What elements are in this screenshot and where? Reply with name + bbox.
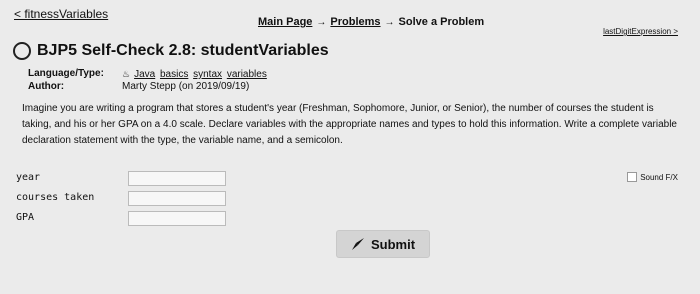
breadcrumb: Main Page → Problems → Solve a Problem (258, 16, 484, 28)
tag-java[interactable]: Java (134, 69, 155, 80)
year-input[interactable] (128, 171, 226, 186)
author-label: Author: (28, 81, 65, 92)
problem-prompt: Imagine you are writing a program that s… (22, 103, 677, 146)
pen-nib-icon (351, 238, 364, 250)
tag-variables[interactable]: variables (227, 69, 267, 80)
breadcrumb-separator: → (384, 17, 395, 28)
breadcrumb-current: Solve a Problem (398, 16, 485, 28)
year-label: year (16, 172, 41, 183)
breadcrumb-main-page[interactable]: Main Page (258, 16, 312, 28)
author-value: Marty Stepp (on 2019/09/19) (122, 81, 250, 92)
tag-syntax[interactable]: syntax (193, 69, 222, 80)
language-row: Language/Type: ♨ Java basics syntax varia… (28, 68, 269, 81)
title-row: BJP5 Self-Check 2.8: studentVariables (13, 42, 329, 60)
courses-taken-label: courses taken (16, 192, 95, 203)
gpa-label: GPA (16, 212, 35, 223)
page-title: BJP5 Self-Check 2.8: studentVariables (37, 42, 329, 59)
author-row: Author: Marty Stepp (on 2019/09/19) (28, 81, 269, 93)
problem-meta: Language/Type: ♨ Java basics syntax varia… (28, 68, 269, 93)
breadcrumb-separator: → (316, 17, 327, 28)
prev-problem-link[interactable]: < fitnessVariables (14, 7, 108, 21)
courses-taken-input[interactable] (128, 191, 226, 206)
sound-fx-checkbox[interactable] (627, 172, 638, 182)
top-nav: < fitnessVariables Main Page → Problems → So… (0, 0, 700, 40)
sound-fx-label: Sound F/X (640, 172, 678, 182)
sound-fx-toggle[interactable]: Sound F/X (627, 172, 678, 182)
language-value: ♨ Java basics syntax variables (122, 68, 269, 81)
problem-status-icon (13, 42, 31, 60)
java-icon: ♨ (122, 69, 131, 79)
breadcrumb-problems[interactable]: Problems (330, 16, 380, 28)
submit-label: Submit (370, 236, 416, 252)
language-label: Language/Type: (28, 68, 104, 79)
tag-basics[interactable]: basics (160, 69, 188, 80)
next-problem-link[interactable]: lastDigitExpression > (603, 27, 678, 36)
submit-button[interactable]: Submit (336, 230, 430, 258)
gpa-input[interactable] (128, 211, 226, 226)
